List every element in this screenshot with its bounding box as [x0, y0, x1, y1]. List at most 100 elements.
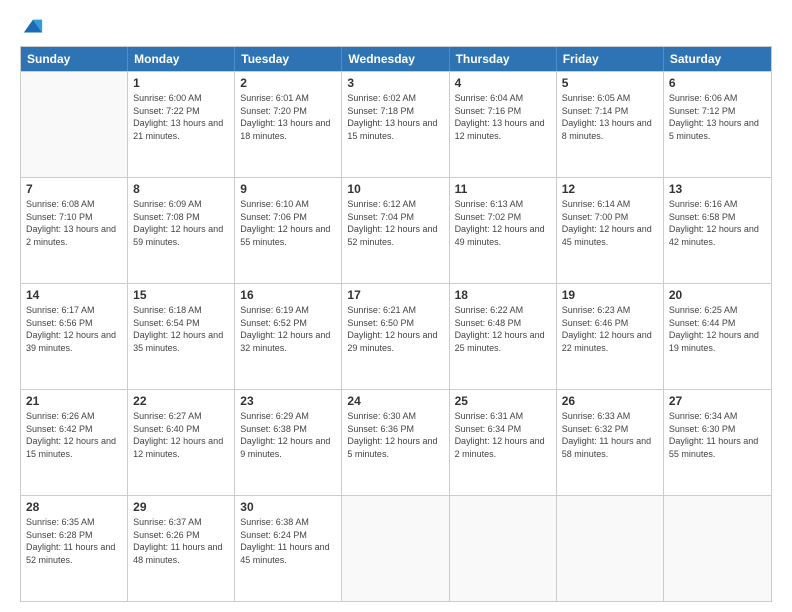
calendar-cell-1-2: 1 Sunrise: 6:00 AMSunset: 7:22 PMDaylight…	[128, 72, 235, 177]
day-detail: Sunrise: 6:31 AMSunset: 6:34 PMDaylight:…	[455, 410, 551, 460]
calendar-row-2: 7Sunrise: 6:08 AMSunset: 7:10 PMDaylight…	[21, 177, 771, 283]
calendar-cell-3-4: 17 Sunrise: 6:21 AMSunset: 6:50 PMDayligh…	[342, 284, 449, 389]
day-detail: Sunrise: 6:04 AMSunset: 7:16 PMDaylight:…	[455, 92, 551, 142]
day-number: 26	[562, 394, 658, 408]
calendar-body: 1 Sunrise: 6:00 AMSunset: 7:22 PMDaylight…	[21, 71, 771, 601]
day-detail: Sunrise: 6:22 AMSunset: 6:48 PMDaylight:…	[455, 304, 551, 354]
day-number: 25	[455, 394, 551, 408]
day-number: 30	[240, 500, 336, 514]
day-number: 20	[669, 288, 766, 302]
calendar-cell-3-7: 20 Sunrise: 6:25 AMSunset: 6:44 PMDayligh…	[664, 284, 771, 389]
header-cell-sunday: Sunday	[21, 47, 128, 71]
day-detail: Sunrise: 6:34 AMSunset: 6:30 PMDaylight:…	[669, 410, 766, 460]
day-detail: Sunrise: 6:21 AMSunset: 6:50 PMDaylight:…	[347, 304, 443, 354]
day-number: 27	[669, 394, 766, 408]
day-detail: Sunrise: 6:12 AMSunset: 7:04 PMDaylight:…	[347, 198, 443, 248]
day-number: 23	[240, 394, 336, 408]
day-number: 11	[455, 182, 551, 196]
calendar-cell-1-5: 4 Sunrise: 6:04 AMSunset: 7:16 PMDaylight…	[450, 72, 557, 177]
day-detail: Sunrise: 6:02 AMSunset: 7:18 PMDaylight:…	[347, 92, 443, 142]
day-number: 9	[240, 182, 336, 196]
calendar-cell-4-3: 23 Sunrise: 6:29 AMSunset: 6:38 PMDayligh…	[235, 390, 342, 495]
day-number: 4	[455, 76, 551, 90]
calendar-cell-1-4: 3Sunrise: 6:02 AMSunset: 7:18 PMDaylight…	[342, 72, 449, 177]
calendar-cell-2-1: 7Sunrise: 6:08 AMSunset: 7:10 PMDaylight…	[21, 178, 128, 283]
day-detail: Sunrise: 6:01 AMSunset: 7:20 PMDaylight:…	[240, 92, 336, 142]
calendar-cell-3-2: 15 Sunrise: 6:18 AMSunset: 6:54 PMDayligh…	[128, 284, 235, 389]
calendar-row-3: 14 Sunrise: 6:17 AMSunset: 6:56 PMDayligh…	[21, 283, 771, 389]
calendar-cell-5-6	[557, 496, 664, 601]
calendar-cell-2-6: 12 Sunrise: 6:14 AMSunset: 7:00 PMDayligh…	[557, 178, 664, 283]
day-detail: Sunrise: 6:14 AMSunset: 7:00 PMDaylight:…	[562, 198, 658, 248]
header-cell-tuesday: Tuesday	[235, 47, 342, 71]
header	[20, 16, 772, 38]
calendar-cell-3-3: 16Sunrise: 6:19 AMSunset: 6:52 PMDayligh…	[235, 284, 342, 389]
day-number: 17	[347, 288, 443, 302]
calendar-cell-3-1: 14 Sunrise: 6:17 AMSunset: 6:56 PMDayligh…	[21, 284, 128, 389]
day-number: 21	[26, 394, 122, 408]
day-detail: Sunrise: 6:25 AMSunset: 6:44 PMDaylight:…	[669, 304, 766, 354]
day-detail: Sunrise: 6:27 AMSunset: 6:40 PMDaylight:…	[133, 410, 229, 460]
day-number: 12	[562, 182, 658, 196]
calendar-cell-3-5: 18 Sunrise: 6:22 AMSunset: 6:48 PMDayligh…	[450, 284, 557, 389]
header-cell-monday: Monday	[128, 47, 235, 71]
day-number: 13	[669, 182, 766, 196]
day-detail: Sunrise: 6:23 AMSunset: 6:46 PMDaylight:…	[562, 304, 658, 354]
calendar-cell-5-5	[450, 496, 557, 601]
calendar-cell-5-1: 28 Sunrise: 6:35 AMSunset: 6:28 PMDayligh…	[21, 496, 128, 601]
day-number: 28	[26, 500, 122, 514]
calendar-header: SundayMondayTuesdayWednesdayThursdayFrid…	[21, 47, 771, 71]
day-detail: Sunrise: 6:17 AMSunset: 6:56 PMDaylight:…	[26, 304, 122, 354]
day-number: 8	[133, 182, 229, 196]
calendar-cell-2-4: 10 Sunrise: 6:12 AMSunset: 7:04 PMDayligh…	[342, 178, 449, 283]
calendar-cell-4-2: 22 Sunrise: 6:27 AMSunset: 6:40 PMDayligh…	[128, 390, 235, 495]
day-number: 14	[26, 288, 122, 302]
calendar-cell-2-3: 9Sunrise: 6:10 AMSunset: 7:06 PMDaylight…	[235, 178, 342, 283]
calendar-cell-1-1	[21, 72, 128, 177]
calendar-cell-2-2: 8 Sunrise: 6:09 AMSunset: 7:08 PMDaylight…	[128, 178, 235, 283]
day-number: 10	[347, 182, 443, 196]
day-number: 18	[455, 288, 551, 302]
calendar-cell-5-4	[342, 496, 449, 601]
day-number: 1	[133, 76, 229, 90]
calendar-cell-1-7: 6 Sunrise: 6:06 AMSunset: 7:12 PMDaylight…	[664, 72, 771, 177]
page: SundayMondayTuesdayWednesdayThursdayFrid…	[0, 0, 792, 612]
day-detail: Sunrise: 6:09 AMSunset: 7:08 PMDaylight:…	[133, 198, 229, 248]
day-number: 22	[133, 394, 229, 408]
day-detail: Sunrise: 6:18 AMSunset: 6:54 PMDaylight:…	[133, 304, 229, 354]
calendar: SundayMondayTuesdayWednesdayThursdayFrid…	[20, 46, 772, 602]
day-detail: Sunrise: 6:35 AMSunset: 6:28 PMDaylight:…	[26, 516, 122, 566]
day-detail: Sunrise: 6:06 AMSunset: 7:12 PMDaylight:…	[669, 92, 766, 142]
day-detail: Sunrise: 6:29 AMSunset: 6:38 PMDaylight:…	[240, 410, 336, 460]
logo	[20, 16, 44, 38]
day-detail: Sunrise: 6:00 AMSunset: 7:22 PMDaylight:…	[133, 92, 229, 142]
calendar-cell-3-6: 19 Sunrise: 6:23 AMSunset: 6:46 PMDayligh…	[557, 284, 664, 389]
day-detail: Sunrise: 6:13 AMSunset: 7:02 PMDaylight:…	[455, 198, 551, 248]
calendar-cell-4-7: 27 Sunrise: 6:34 AMSunset: 6:30 PMDayligh…	[664, 390, 771, 495]
day-number: 19	[562, 288, 658, 302]
calendar-cell-4-4: 24 Sunrise: 6:30 AMSunset: 6:36 PMDayligh…	[342, 390, 449, 495]
calendar-cell-4-5: 25 Sunrise: 6:31 AMSunset: 6:34 PMDayligh…	[450, 390, 557, 495]
calendar-cell-4-1: 21 Sunrise: 6:26 AMSunset: 6:42 PMDayligh…	[21, 390, 128, 495]
day-detail: Sunrise: 6:26 AMSunset: 6:42 PMDaylight:…	[26, 410, 122, 460]
header-cell-wednesday: Wednesday	[342, 47, 449, 71]
day-number: 2	[240, 76, 336, 90]
day-detail: Sunrise: 6:38 AMSunset: 6:24 PMDaylight:…	[240, 516, 336, 566]
calendar-cell-5-7	[664, 496, 771, 601]
day-number: 15	[133, 288, 229, 302]
calendar-row-4: 21 Sunrise: 6:26 AMSunset: 6:42 PMDayligh…	[21, 389, 771, 495]
header-cell-thursday: Thursday	[450, 47, 557, 71]
day-number: 6	[669, 76, 766, 90]
day-number: 5	[562, 76, 658, 90]
header-cell-saturday: Saturday	[664, 47, 771, 71]
day-number: 29	[133, 500, 229, 514]
day-number: 24	[347, 394, 443, 408]
logo-icon	[22, 16, 44, 38]
day-detail: Sunrise: 6:08 AMSunset: 7:10 PMDaylight:…	[26, 198, 122, 248]
calendar-row-1: 1 Sunrise: 6:00 AMSunset: 7:22 PMDaylight…	[21, 71, 771, 177]
header-cell-friday: Friday	[557, 47, 664, 71]
calendar-cell-1-3: 2 Sunrise: 6:01 AMSunset: 7:20 PMDaylight…	[235, 72, 342, 177]
calendar-cell-5-3: 30 Sunrise: 6:38 AMSunset: 6:24 PMDayligh…	[235, 496, 342, 601]
calendar-row-5: 28 Sunrise: 6:35 AMSunset: 6:28 PMDayligh…	[21, 495, 771, 601]
day-detail: Sunrise: 6:30 AMSunset: 6:36 PMDaylight:…	[347, 410, 443, 460]
